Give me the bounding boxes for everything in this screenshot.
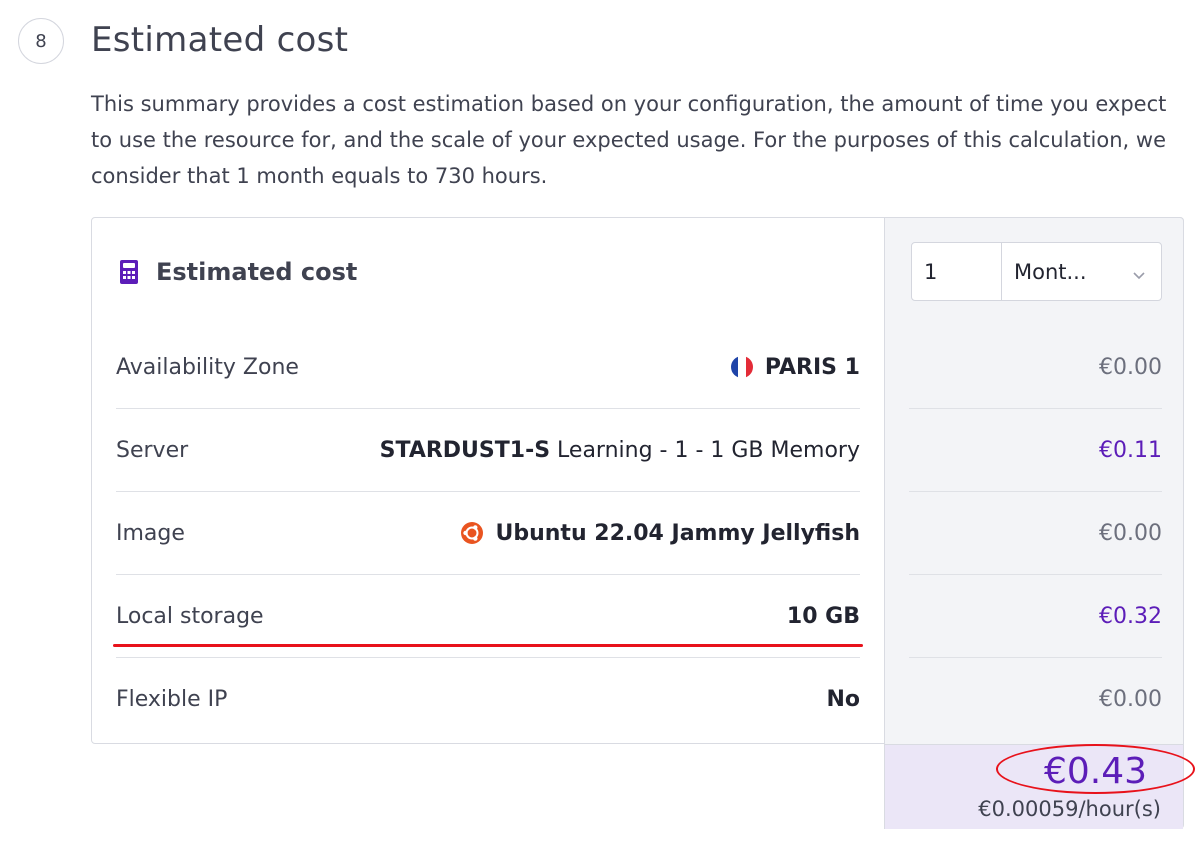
section-description: This summary provides a cost estimation … <box>91 92 1167 188</box>
card-header: Estimated cost <box>116 254 357 290</box>
price-availability-zone: €0.00 <box>909 326 1162 409</box>
price-flexible-ip: €0.00 <box>1099 687 1162 712</box>
duration-quantity-input[interactable] <box>912 243 1002 300</box>
france-flag-icon <box>730 356 753 378</box>
row-value: No <box>826 687 860 712</box>
image-name: Ubuntu 22.04 Jammy Jellyfish <box>495 520 861 546</box>
row-label: Local storage <box>116 603 264 629</box>
cost-rows: Availability Zone PARIS 1 Server STARDUS… <box>116 326 860 741</box>
row-availability-zone: Availability Zone PARIS 1 <box>116 326 860 409</box>
price-image: €0.00 <box>909 492 1162 575</box>
row-image: Image Ubuntu 22.04 Jammy Jellyfish <box>116 492 860 575</box>
row-value: 10 GB <box>786 603 860 629</box>
section-title: Estimated cost <box>91 20 349 60</box>
ubuntu-icon <box>460 521 484 545</box>
chevron-down-icon <box>1131 264 1147 280</box>
duration-unit-value: Mont... <box>1014 259 1087 284</box>
row-flexible-ip: Flexible IP No <box>116 658 860 741</box>
row-value: PARIS 1 <box>730 354 860 380</box>
step-number-badge: 8 <box>18 18 64 64</box>
zone-name: PARIS 1 <box>764 354 860 380</box>
duration-selector: Mont... <box>911 242 1162 301</box>
hourly-price: €0.00059/hour(s) <box>978 797 1161 821</box>
duration-unit-select[interactable]: Mont... <box>1002 243 1161 300</box>
annotation-ellipse <box>996 744 1195 794</box>
row-label: Server <box>116 437 189 463</box>
row-value: Ubuntu 22.04 Jammy Jellyfish <box>460 520 861 546</box>
row-value: STARDUST1-S Learning - 1 - 1 GB Memory <box>380 438 860 463</box>
row-label: Image <box>116 520 185 546</box>
price-local-storage: €0.32 <box>909 575 1162 658</box>
row-label: Flexible IP <box>116 687 228 712</box>
row-server: Server STARDUST1-S Learning - 1 - 1 GB M… <box>116 409 860 492</box>
calculator-icon <box>116 259 142 285</box>
card-title: Estimated cost <box>156 258 358 286</box>
row-label: Availability Zone <box>116 354 299 380</box>
price-server: €0.11 <box>909 409 1162 492</box>
server-details: Learning - 1 - 1 GB Memory <box>550 437 860 463</box>
annotation-underline <box>113 644 863 647</box>
price-list: €0.00 €0.11 €0.00 €0.32 €0.00 <box>909 326 1162 741</box>
server-type: STARDUST1-S <box>379 437 551 463</box>
